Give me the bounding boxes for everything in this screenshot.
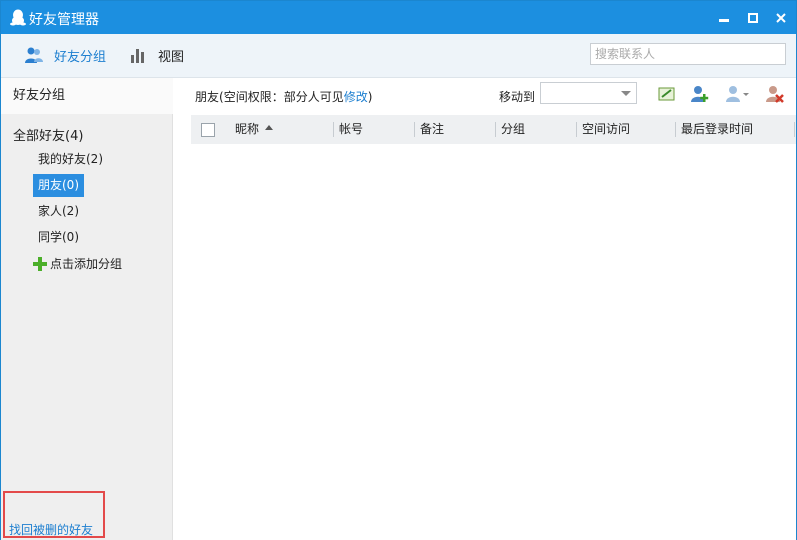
search-placeholder: 搜索联系人 — [595, 47, 656, 61]
title-bar[interactable]: 好友管理器 — [1, 1, 796, 34]
edit-permission-link[interactable]: 修改 — [344, 90, 368, 104]
search-input[interactable]: 搜索联系人 — [590, 43, 786, 65]
sidebar-item-family[interactable]: 家人(2) — [33, 200, 84, 223]
toolbar: 好友分组 视图 搜索联系人 — [1, 34, 796, 78]
sort-ascending-icon — [265, 125, 274, 130]
column-group[interactable]: 分组 — [501, 115, 525, 144]
sidebar: 好友分组 全部好友(4) 我的好友(2) 朋友(0) 家人(2) 同学(0) 点… — [1, 78, 173, 540]
qq-penguin-icon — [10, 9, 26, 26]
add-group-label: 点击添加分组 — [50, 257, 123, 271]
group-permission-text: 朋友(空间权限：部分人可见修改) — [195, 88, 372, 105]
view-label: 视图 — [158, 49, 185, 65]
sidebar-item-my-friends[interactable]: 我的好友(2) — [33, 148, 108, 171]
table-header: 昵称 帐号 备注 分组 空间访问 最后登录时间 — [191, 115, 796, 144]
column-note[interactable]: 备注 — [420, 115, 444, 144]
column-nickname-label: 昵称 — [235, 122, 260, 136]
permission-close-paren: ) — [367, 90, 373, 104]
close-button[interactable] — [770, 7, 792, 29]
friend-groups-tab[interactable]: 好友分组 — [24, 44, 106, 66]
column-divider[interactable] — [794, 122, 795, 137]
column-divider[interactable] — [414, 122, 415, 137]
add-friend-icon[interactable] — [690, 84, 710, 104]
close-icon — [776, 13, 786, 23]
column-last-login[interactable]: 最后登录时间 — [681, 115, 753, 144]
bar-chart-icon — [131, 49, 144, 63]
maximize-button[interactable] — [742, 7, 764, 29]
permission-text: (空间权限：部分人可见 — [219, 90, 344, 104]
add-group-button[interactable]: 点击添加分组 — [33, 255, 122, 272]
edit-note-icon[interactable] — [657, 84, 677, 104]
column-account[interactable]: 帐号 — [339, 115, 363, 144]
delete-friend-icon[interactable] — [765, 84, 785, 104]
column-divider[interactable] — [675, 122, 676, 137]
sidebar-item-classmates[interactable]: 同学(0) — [33, 226, 84, 249]
column-divider[interactable] — [576, 122, 577, 137]
sidebar-item-friends[interactable]: 朋友(0) — [33, 174, 84, 197]
all-friends-item[interactable]: 全部好友(4) — [13, 125, 83, 144]
select-all-checkbox[interactable] — [201, 123, 215, 137]
minimize-icon — [719, 19, 729, 22]
column-divider[interactable] — [495, 122, 496, 137]
friend-groups-label: 好友分组 — [54, 49, 107, 65]
sidebar-header: 好友分组 — [1, 78, 173, 114]
column-divider[interactable] — [333, 122, 334, 137]
maximize-icon — [748, 13, 758, 23]
minimize-button[interactable] — [713, 7, 735, 29]
friends-icon — [25, 47, 43, 63]
group-name: 朋友 — [195, 90, 220, 104]
window-title: 好友管理器 — [29, 12, 99, 28]
column-nickname[interactable]: 昵称 — [235, 115, 274, 144]
manage-dropdown-icon[interactable] — [725, 84, 751, 104]
move-to-label: 移动到 — [499, 90, 536, 104]
move-to-select[interactable] — [540, 82, 637, 104]
recover-deleted-friends-link[interactable]: 找回被删的好友 — [9, 521, 93, 538]
column-space-access[interactable]: 空间访问 — [582, 115, 630, 144]
view-tab[interactable]: 视图 — [130, 44, 184, 66]
main-panel: 朋友(空间权限：部分人可见修改) 移动到 昵称 帐号 备注 分组 空间访问 最后… — [173, 78, 796, 540]
chevron-down-icon — [621, 91, 631, 96]
friend-list-empty — [191, 144, 796, 540]
green-plus-icon — [33, 256, 47, 271]
friend-manager-window: 好友管理器 好友分组 视图 搜索联系人 好友分组 全部好友(4) 我的好友(2)… — [0, 0, 797, 540]
